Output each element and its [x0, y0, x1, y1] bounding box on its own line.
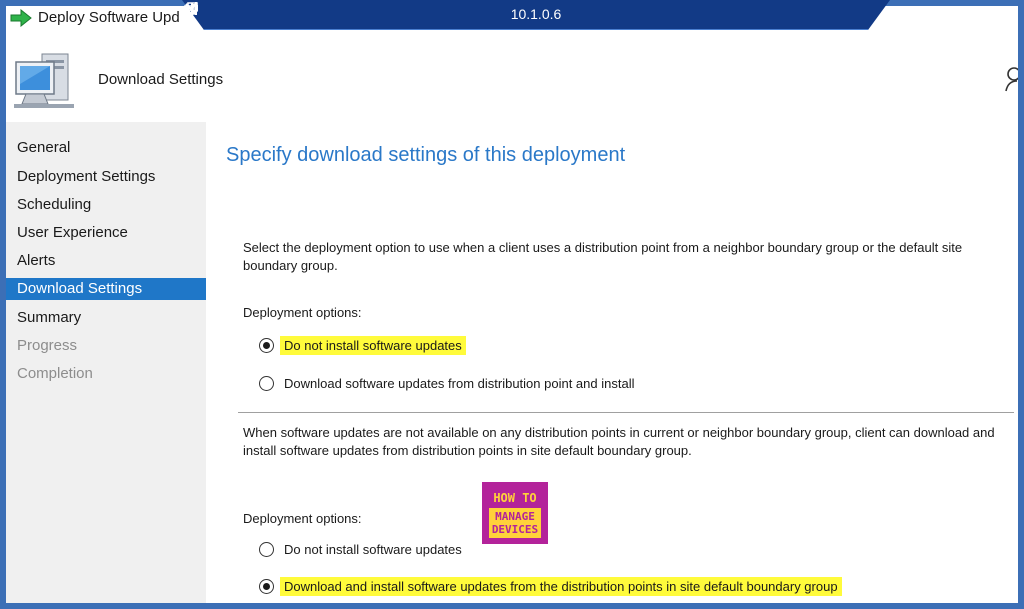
radio-button[interactable]	[259, 375, 274, 391]
section1-option-do-not-install[interactable]: Do not install software updates	[259, 334, 466, 356]
sidebar-item-download-settings[interactable]: Download Settings	[6, 278, 206, 300]
logo-text-devices: DEVICES	[492, 523, 538, 536]
radio-button[interactable]	[259, 541, 274, 557]
how-to-manage-devices-logo: HOW TO MANAGE DEVICES	[482, 482, 548, 544]
option-label: Download software updates from distribut…	[284, 375, 635, 391]
section1-options-label: Deployment options:	[243, 305, 362, 320]
wizard-header: Download Settings	[6, 36, 1018, 120]
arrow-right-icon	[10, 9, 32, 27]
computer-icon	[14, 53, 74, 108]
option-label: Do not install software updates	[284, 541, 462, 557]
sidebar-item-completion: Completion	[17, 365, 93, 382]
sidebar-item-summary[interactable]: Summary	[6, 307, 206, 329]
rdp-host-address: 10.1.0.6	[510, 6, 562, 22]
wizard-steps-sidebar: General Deployment Settings Scheduling U…	[6, 122, 206, 603]
option-label: Do not install software updates	[280, 335, 466, 355]
sidebar-item-alerts[interactable]: Alerts	[6, 250, 206, 272]
sidebar-item-deployment-settings[interactable]: Deployment Settings	[6, 166, 206, 188]
logo-text-manage: MANAGE	[495, 510, 535, 523]
sidebar-item-scheduling[interactable]: Scheduling	[6, 194, 206, 216]
sidebar-item-user-experience[interactable]: User Experience	[6, 222, 206, 244]
section2-description: When software updates are not available …	[243, 425, 995, 458]
wizard-content: Specify download settings of this deploy…	[206, 122, 1018, 603]
close-icon[interactable]	[182, 0, 200, 18]
sidebar-item-general[interactable]: General	[6, 137, 206, 159]
radio-button[interactable]	[259, 578, 274, 594]
section2-option-do-not-install[interactable]: Do not install software updates	[259, 538, 466, 560]
option-label: Download and install software updates fr…	[280, 576, 842, 596]
window-title: Deploy Software Upd	[38, 9, 180, 26]
radio-button[interactable]	[259, 337, 274, 353]
user-icon	[1005, 67, 1018, 92]
sidebar-item-progress: Progress	[17, 337, 78, 354]
section2-option-download-from-default-group[interactable]: Download and install software updates fr…	[259, 575, 842, 597]
rdp-connection-bar: 10.1.0.6	[182, 0, 890, 30]
page-title: Specify download settings of this deploy…	[226, 144, 626, 166]
section1-option-download-and-install[interactable]: Download software updates from distribut…	[259, 372, 638, 394]
section-divider	[238, 412, 1014, 413]
logo-text-how-to: HOW TO	[493, 491, 536, 505]
section2-options-label: Deployment options:	[243, 511, 362, 526]
section1-description: Select the deployment option to use when…	[243, 240, 963, 273]
header-title: Download Settings	[98, 71, 224, 88]
